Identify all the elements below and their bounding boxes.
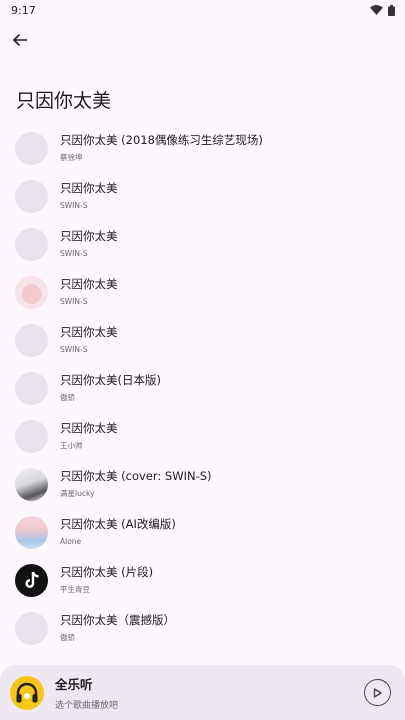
song-artist: 傲骄: [60, 393, 75, 402]
song-title: 只因你太美 (2018偶像练习生综艺现场): [60, 133, 263, 147]
arrow-left-icon: [12, 33, 27, 47]
song-title: 只因你太美: [60, 229, 118, 243]
song-cover: [15, 323, 48, 357]
song-text: 只因你太美 (AI改编版) Alone: [60, 516, 176, 548]
song-row[interactable]: 只因你太美（震撼版） 傲骄: [0, 604, 405, 652]
song-title: 只因你太美: [60, 181, 118, 195]
status-time: 9:17: [11, 3, 36, 17]
play-button[interactable]: [364, 679, 391, 706]
song-cover: [15, 563, 48, 597]
player-subtitle: 选个歌曲播放吧: [55, 701, 119, 711]
headphones-icon: [16, 682, 38, 702]
song-artist: SWIN-S: [60, 201, 88, 210]
song-artist: SWIN-S: [60, 297, 88, 306]
song-artist: 傲骄: [60, 633, 75, 642]
song-cover: [15, 275, 48, 309]
song-title: 只因你太美 (AI改编版): [60, 517, 176, 531]
song-artist: 王小帅: [60, 441, 83, 450]
song-cover: [15, 227, 48, 261]
player-art: [10, 675, 44, 710]
mini-player[interactable]: 全乐听 选个歌曲播放吧: [0, 665, 405, 720]
song-artist: 蔡徐坤: [60, 153, 83, 162]
song-cover: [15, 611, 48, 645]
song-cover: [15, 515, 48, 549]
song-title: 只因你太美 (片段): [60, 565, 154, 579]
song-title: 只因你太美(日本版): [60, 373, 161, 387]
song-artist: Alone: [60, 537, 82, 546]
song-title: 只因你太美: [60, 277, 118, 291]
page-title: 只因你太美: [16, 90, 112, 112]
song-text: 只因你太美 SWIN-S: [60, 324, 118, 356]
tiktok-icon: [24, 571, 39, 588]
song-artist: SWIN-S: [60, 345, 88, 354]
battery-icon: [388, 4, 395, 16]
song-title: 只因你太美: [60, 421, 118, 435]
status-icons: [370, 4, 395, 16]
song-text: 只因你太美 王小帅: [60, 420, 118, 452]
song-text: 只因你太美 (cover: SWIN-S) 满星lucky: [60, 468, 212, 500]
song-row[interactable]: 只因你太美 (cover: SWIN-S) 满星lucky: [0, 460, 405, 508]
song-row[interactable]: 只因你太美 (片段) 平生青豆: [0, 556, 405, 604]
song-text: 只因你太美 SWIN-S: [60, 180, 118, 212]
song-text: 只因你太美 SWIN-S: [60, 228, 118, 260]
wifi-icon: [370, 5, 383, 15]
back-button[interactable]: [8, 28, 32, 52]
song-row[interactable]: 只因你太美 王小帅: [0, 412, 405, 460]
song-list: 只因你太美 (2018偶像练习生综艺现场) 蔡徐坤 只因你太美 SWIN-S 只因你太美…: [0, 124, 405, 652]
song-text: 只因你太美 (2018偶像练习生综艺现场) 蔡徐坤: [60, 132, 263, 164]
song-text: 只因你太美 SWIN-S: [60, 276, 118, 308]
player-app-name: 全乐听: [55, 677, 93, 692]
song-row[interactable]: 只因你太美 SWIN-S: [0, 172, 405, 220]
song-cover: [15, 371, 48, 405]
song-artist: SWIN-S: [60, 249, 88, 258]
song-title: 只因你太美（震撼版）: [60, 613, 175, 627]
song-text: 只因你太美(日本版) 傲骄: [60, 372, 161, 404]
song-artist: 满星lucky: [60, 489, 95, 498]
song-row[interactable]: 只因你太美 SWIN-S: [0, 220, 405, 268]
song-artist: 平生青豆: [60, 585, 90, 594]
song-text: 只因你太美 (片段) 平生青豆: [60, 564, 153, 596]
song-cover: [15, 131, 48, 165]
song-row[interactable]: 只因你太美 (2018偶像练习生综艺现场) 蔡徐坤: [0, 124, 405, 172]
status-bar: 9:17: [0, 0, 405, 20]
song-row[interactable]: 只因你太美(日本版) 傲骄: [0, 364, 405, 412]
song-row[interactable]: 只因你太美 SWIN-S: [0, 268, 405, 316]
song-row[interactable]: 只因你太美 SWIN-S: [0, 316, 405, 364]
song-cover: [15, 419, 48, 453]
song-text: 只因你太美（震撼版） 傲骄: [60, 612, 175, 644]
player-text: 全乐听 选个歌曲播放吧: [55, 674, 118, 711]
song-title: 只因你太美: [60, 325, 118, 339]
play-icon: [373, 687, 382, 698]
song-row[interactable]: 只因你太美 (AI改编版) Alone: [0, 508, 405, 556]
song-title: 只因你太美 (cover: SWIN-S): [60, 469, 212, 483]
song-cover: [15, 179, 48, 213]
song-cover: [15, 467, 48, 501]
